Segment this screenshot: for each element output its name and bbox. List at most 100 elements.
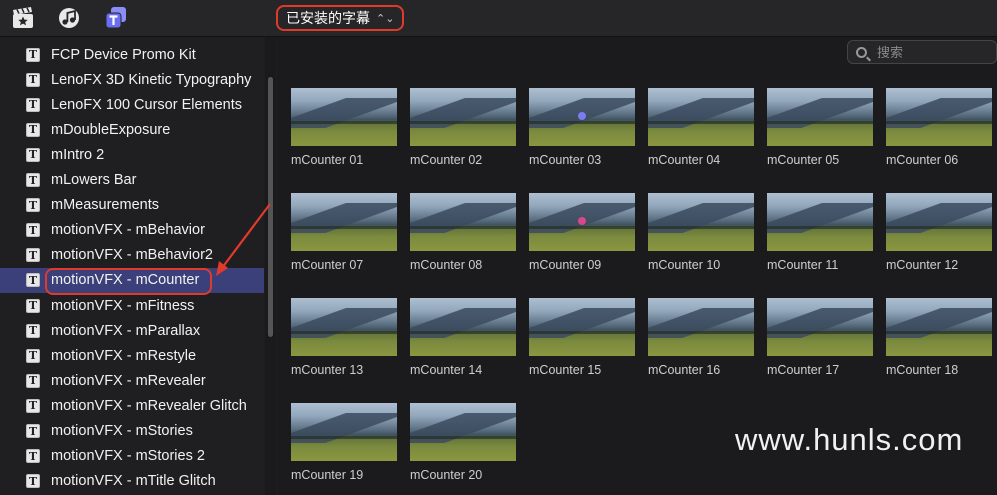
sidebar-item-label: motionVFX - mFitness	[51, 297, 195, 314]
title-thumbnail[interactable]: mCounter 17	[767, 298, 873, 377]
title-t-icon: T	[26, 323, 40, 338]
thumbnail-label: mCounter 07	[291, 258, 364, 272]
title-thumbnail[interactable]: mCounter 01	[291, 88, 397, 167]
sidebar-item-label: motionVFX - mTitle Glitch	[51, 473, 216, 490]
sidebar-item[interactable]: TmotionVFX - mTitle Glitch	[0, 469, 264, 494]
titles-sidebar: T FCP Device Promo Kit T LenoFX 3D Kinetic …	[0, 37, 264, 495]
title-t-icon: T	[26, 72, 40, 87]
sidebar-item[interactable]: TmotionVFX - mBehavior2	[0, 243, 264, 268]
sidebar-item[interactable]: TmotionVFX - mStories 2	[0, 444, 264, 469]
thumbnail-label: mCounter 16	[648, 363, 721, 377]
sidebar-item-label: mLowers Bar	[51, 172, 137, 188]
title-thumbnail[interactable]: mCounter 14	[410, 298, 516, 377]
thumbnail-preview	[410, 403, 516, 461]
search-field[interactable]	[847, 40, 997, 64]
thumbnail-preview	[648, 298, 754, 356]
sidebar-item[interactable]: T FCP Device Promo Kit	[0, 42, 264, 67]
thumbnail-preview	[410, 193, 516, 251]
title-thumbnail[interactable]: mCounter 09	[529, 193, 635, 272]
title-thumbnail[interactable]: mCounter 10	[648, 193, 754, 272]
thumbnail-preview	[291, 403, 397, 461]
title-thumbnail[interactable]: mCounter 15	[529, 298, 635, 377]
sidebar-item-label: motionVFX - mRestyle	[51, 347, 197, 364]
title-thumbnail[interactable]: mCounter 16	[648, 298, 754, 377]
thumbnail-label: mCounter 10	[648, 258, 721, 272]
sidebar-item-label: motionVFX - mStories	[51, 423, 193, 439]
sidebar-item[interactable]: T LenoFX 100 Cursor Elements	[0, 92, 264, 117]
thumbnail-label: mCounter 12	[886, 258, 959, 272]
sidebar-item-label: motionVFX - mRevealer Glitch	[51, 397, 247, 414]
thumbnail-label: mCounter 09	[529, 258, 602, 272]
thumbnail-label: mCounter 15	[529, 363, 602, 377]
thumbnail-label: mCounter 19	[291, 468, 364, 482]
title-thumbnail[interactable]: mCounter 20	[410, 403, 516, 482]
title-thumbnail[interactable]: mCounter 05	[767, 88, 873, 167]
sidebar-scrollbar[interactable]	[265, 37, 276, 495]
scrollbar-thumb[interactable]	[268, 77, 273, 337]
thumbnail-label: mCounter 13	[291, 363, 364, 377]
dropdown-label: 已安装的字幕	[286, 10, 370, 26]
sidebar-item-label: motionVFX - mParallax	[51, 322, 201, 339]
title-thumbnail[interactable]: mCounter 06	[886, 88, 992, 167]
title-thumbnail[interactable]: mCounter 08	[410, 193, 516, 272]
sidebar-item-label: mMeasurements	[51, 197, 159, 214]
title-t-icon: T	[26, 248, 40, 263]
counter-dot	[578, 112, 586, 120]
sidebar-item[interactable]: TmLowers Bar	[0, 168, 264, 193]
sidebar-item[interactable]: TmotionVFX - mCounter	[0, 267, 264, 293]
thumbnail-preview	[767, 88, 873, 146]
sidebar-item[interactable]: T LenoFX 3D Kinetic Typography	[0, 67, 264, 92]
sidebar-item[interactable]: TmIntro 2	[0, 142, 264, 167]
thumbnail-preview	[886, 298, 992, 356]
sidebar-item[interactable]: TmDoubleExposure	[0, 117, 264, 142]
clapper-star-icon[interactable]	[11, 6, 35, 30]
sidebar-item[interactable]: TmotionVFX - mStories	[0, 419, 264, 444]
thumbnail-preview	[767, 298, 873, 356]
title-t-icon: T	[26, 147, 40, 162]
thumbnail-label: mCounter 14	[410, 363, 483, 377]
thumbnail-label: mCounter 06	[886, 153, 959, 167]
sidebar-item[interactable]: TmotionVFX - mParallax	[0, 318, 264, 343]
title-thumbnail[interactable]: mCounter 03	[529, 88, 635, 167]
sidebar-item-label: LenoFX 3D Kinetic Typography	[51, 71, 252, 88]
thumbnail-preview	[648, 88, 754, 146]
sidebar-item[interactable]: TmotionVFX - mFitness	[0, 293, 264, 318]
title-t-icon: T	[26, 122, 40, 137]
thumbnail-label: mCounter 11	[767, 258, 839, 272]
library-dropdown[interactable]: 已安装的字幕 ⌃⌄	[276, 5, 405, 31]
sidebar-item[interactable]: TmMeasurements	[0, 193, 264, 218]
sidebar-item[interactable]: TmotionVFX - mRevealer	[0, 368, 264, 393]
title-thumbnail[interactable]: mCounter 19	[291, 403, 397, 482]
title-thumbnail[interactable]: mCounter 12	[886, 193, 992, 272]
title-t-icon: T	[26, 348, 40, 363]
title-t-icon: T	[26, 273, 40, 288]
search-input[interactable]	[875, 43, 989, 61]
sidebar-item-label: motionVFX - mBehavior2	[51, 247, 213, 264]
title-t-icon: T	[26, 173, 40, 187]
thumbnail-label: mCounter 18	[886, 363, 959, 377]
sidebar-item-label: FCP Device Promo Kit	[51, 46, 196, 63]
title-t-icon: T	[26, 373, 40, 388]
title-t-icon: T	[26, 223, 40, 238]
thumbnail-preview	[291, 298, 397, 356]
sidebar-item[interactable]: TmotionVFX - mRevealer Glitch	[0, 393, 264, 418]
title-thumbnail[interactable]: mCounter 11	[767, 193, 873, 272]
title-t-icon: T	[26, 198, 40, 213]
music-notes-icon[interactable]	[57, 6, 81, 30]
title-t-icon: T	[26, 424, 40, 438]
sidebar-item-label: motionVFX - mCounter	[51, 272, 200, 289]
sidebar-item-label: mDoubleExposure	[51, 121, 171, 138]
thumbnail-preview	[886, 193, 992, 251]
thumbnail-preview	[529, 88, 635, 146]
title-thumbnail[interactable]: mCounter 07	[291, 193, 397, 272]
title-thumbnail[interactable]: mCounter 18	[886, 298, 992, 377]
thumbnail-preview	[529, 298, 635, 356]
title-thumbnail[interactable]: mCounter 02	[410, 88, 516, 167]
title-thumbnail[interactable]: mCounter 13	[291, 298, 397, 377]
sidebar-item[interactable]: TmotionVFX - mBehavior	[0, 218, 264, 243]
thumbnail-preview	[886, 88, 992, 146]
title-t-icon: T	[26, 47, 40, 62]
titles-icon[interactable]	[104, 6, 128, 30]
sidebar-item[interactable]: TmotionVFX - mRestyle	[0, 343, 264, 368]
title-thumbnail[interactable]: mCounter 04	[648, 88, 754, 167]
